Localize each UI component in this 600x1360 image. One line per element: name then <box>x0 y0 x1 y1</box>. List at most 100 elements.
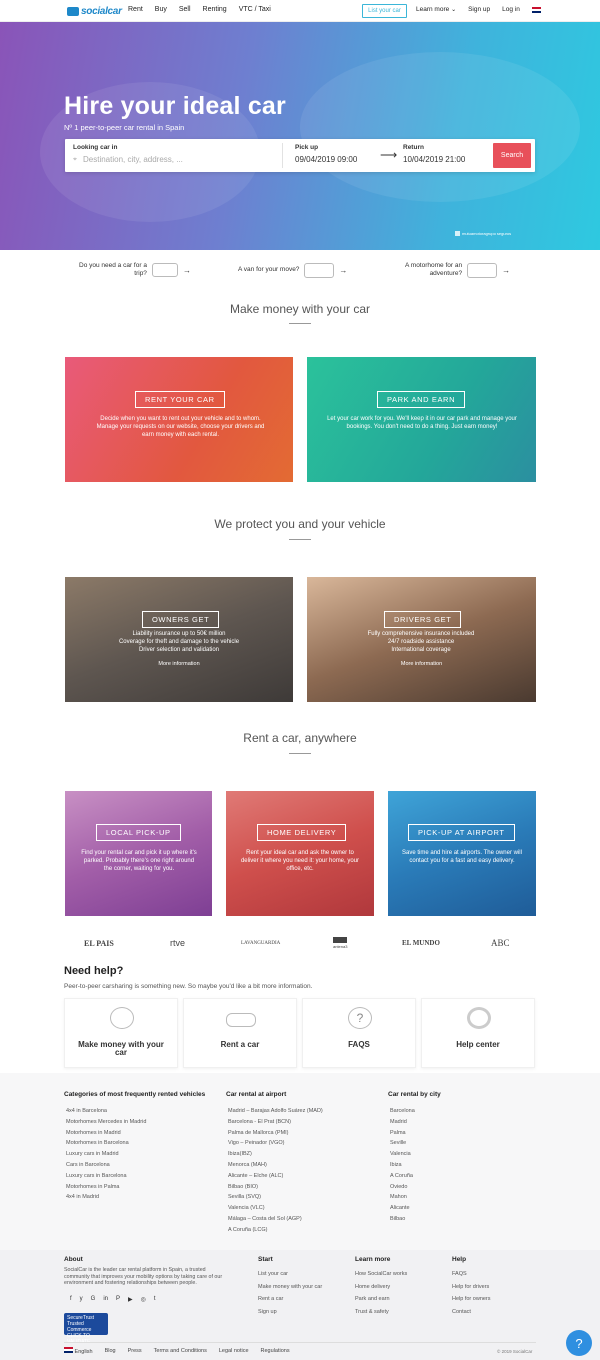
rent-your-car-card[interactable]: RENT YOUR CAR Decide when you want to re… <box>65 357 293 482</box>
park-and-earn-card[interactable]: PARK AND EARN Let your car work for you.… <box>307 357 536 482</box>
city-link[interactable]: Alicante <box>390 1203 415 1214</box>
help-card-rent-car[interactable]: Rent a car <box>183 998 297 1068</box>
twitter-icon[interactable]: y <box>80 1296 83 1303</box>
help-links: FAQS Help for drivers Help for owners Co… <box>452 1268 491 1318</box>
language-label: English <box>74 1349 93 1355</box>
nav-link-sell[interactable]: Sell <box>179 6 191 13</box>
vehicle-option-car[interactable]: Do you need a car for a trip? → <box>79 258 191 282</box>
search-button[interactable]: Search <box>493 143 531 168</box>
linkedin-icon[interactable]: in <box>103 1296 108 1303</box>
category-link[interactable]: Motorhomes Mercedes in Madrid <box>66 1117 146 1128</box>
city-link[interactable]: Oviedo <box>390 1182 415 1193</box>
youtube-icon[interactable]: ▶ <box>128 1296 133 1303</box>
category-link[interactable]: Luxury cars in Madrid <box>66 1149 146 1160</box>
footer-link[interactable]: Trust & safety <box>355 1306 407 1319</box>
airport-link[interactable]: Vigo – Peinador (VGO) <box>228 1138 323 1149</box>
instagram-icon[interactable]: ◎ <box>141 1296 146 1303</box>
city-link[interactable]: Barcelona <box>390 1106 415 1117</box>
footer-link[interactable]: Contact <box>452 1306 491 1319</box>
home-delivery-card[interactable]: HOME DELIVERY Rent your ideal car and as… <box>226 791 374 916</box>
log-in-link[interactable]: Log in <box>502 6 520 13</box>
benefit-line: Liability insurance up to 50€ million <box>132 631 226 637</box>
city-link[interactable]: Palma <box>390 1128 415 1139</box>
airport-link[interactable]: Málaga – Costa del Sol (AGP) <box>228 1214 323 1225</box>
footer-link[interactable]: Park and earn <box>355 1293 407 1306</box>
drivers-get-card[interactable]: DRIVERS GET Fully comprehensive insuranc… <box>307 577 536 702</box>
local-pickup-card[interactable]: LOCAL PICK-UP Find your rental car and p… <box>65 791 212 916</box>
vehicle-option-van[interactable]: A van for your move? → <box>238 258 347 282</box>
learn-more-menu[interactable]: Learn more ⌄ <box>416 6 456 13</box>
blog-link[interactable]: Blog <box>105 1348 116 1354</box>
city-link[interactable]: Ibiza <box>390 1160 415 1171</box>
city-link[interactable]: A Coruña <box>390 1171 415 1182</box>
footer-link[interactable]: FAQS <box>452 1268 491 1281</box>
legal-notice-link[interactable]: Legal notice <box>219 1348 249 1354</box>
airport-link[interactable]: Ibiza(IBZ) <box>228 1149 323 1160</box>
sign-up-link[interactable]: Sign up <box>468 6 490 13</box>
category-link[interactable]: 4x4 in Barcelona <box>66 1106 146 1117</box>
pinterest-icon[interactable]: P <box>116 1296 120 1303</box>
press-logo-el-mundo: EL MUNDO <box>402 939 440 947</box>
footer-link[interactable]: Make money with your car <box>258 1281 322 1294</box>
nav-link-vtc[interactable]: VTC / Taxi <box>239 6 271 13</box>
press-link[interactable]: Press <box>128 1348 142 1354</box>
vehicle-option-motorhome[interactable]: A motorhome for an adventure? → <box>405 258 510 282</box>
return-date-input[interactable]: 10/04/2019 21:00 <box>403 155 465 164</box>
nav-link-buy[interactable]: Buy <box>155 6 167 13</box>
tumblr-icon[interactable]: t <box>154 1296 156 1303</box>
airport-link[interactable]: Barcelona - El Prat (BCN) <box>228 1117 323 1128</box>
footer-link[interactable]: Help for owners <box>452 1293 491 1306</box>
card-description: Liability insurance up to 50€ million Co… <box>95 630 263 654</box>
category-link[interactable]: Luxury cars in Barcelona <box>66 1171 146 1182</box>
securetrust-badge[interactable]: SecureTrust Trusted Commerce CLICK TO VA… <box>64 1313 108 1345</box>
vehicle-option-text: A motorhome for an adventure? <box>405 262 462 278</box>
insurance-partner: mutuamotoragrupo seguros <box>455 231 511 236</box>
help-card-faqs[interactable]: ? FAQS <box>302 998 416 1068</box>
airport-link[interactable]: Menorca (MAH) <box>228 1160 323 1171</box>
city-link[interactable]: Seville <box>390 1138 415 1149</box>
category-link[interactable]: Motorhomes in Barcelona <box>66 1138 146 1149</box>
airport-link[interactable]: Madrid – Barajas Adolfo Suárez (MAD) <box>228 1106 323 1117</box>
airport-link[interactable]: A Coruña (LCG) <box>228 1225 323 1236</box>
facebook-icon[interactable]: f <box>70 1296 72 1303</box>
footer-link[interactable]: Rent a car <box>258 1293 322 1306</box>
arrow-right-icon: → <box>502 265 511 275</box>
category-link[interactable]: Cars in Barcelona <box>66 1160 146 1171</box>
category-link[interactable]: Motorhomes in Palma <box>66 1182 146 1193</box>
regulations-link[interactable]: Regulations <box>261 1348 290 1354</box>
airport-link[interactable]: Palma de Mallorca (PMI) <box>228 1128 323 1139</box>
terms-link[interactable]: Terms and Conditions <box>154 1348 207 1354</box>
category-link[interactable]: 4x4 in Madrid <box>66 1192 146 1203</box>
city-link[interactable]: Bilbao <box>390 1214 415 1225</box>
uk-flag-icon <box>64 1347 73 1353</box>
logo[interactable]: socialcar <box>67 5 122 17</box>
footer-link[interactable]: Sign up <box>258 1306 322 1319</box>
category-link[interactable]: Motorhomes in Madrid <box>66 1128 146 1139</box>
language-selector[interactable]: English <box>64 1347 93 1355</box>
destination-input[interactable]: Destination, city, address, ... <box>83 155 183 164</box>
pickup-date-input[interactable]: 09/04/2019 09:00 <box>295 155 357 164</box>
footer-link[interactable]: Help for drivers <box>452 1281 491 1294</box>
google-icon[interactable]: G <box>91 1296 96 1303</box>
more-information-link[interactable]: More information <box>65 661 293 667</box>
airport-link[interactable]: Bilbao (BIO) <box>228 1182 323 1193</box>
airport-link[interactable]: Alicante – Elche (ALC) <box>228 1171 323 1182</box>
list-your-car-button[interactable]: List your car <box>362 4 407 18</box>
nav-link-rent[interactable]: Rent <box>128 6 143 13</box>
airport-link[interactable]: Sevilla (SVQ) <box>228 1192 323 1203</box>
airport-pickup-card[interactable]: PICK-UP AT AIRPORT Save time and hire at… <box>388 791 536 916</box>
more-information-link[interactable]: More information <box>307 661 536 667</box>
uk-flag-icon[interactable] <box>531 6 541 13</box>
help-card-help-center[interactable]: Help center <box>421 998 535 1068</box>
city-link[interactable]: Mahon <box>390 1192 415 1203</box>
owners-get-card[interactable]: OWNERS GET Liability insurance up to 50€… <box>65 577 293 702</box>
footer-link[interactable]: List your car <box>258 1268 322 1281</box>
help-card-make-money[interactable]: Make money with your car <box>64 998 178 1068</box>
footer-link[interactable]: How SocialCar works <box>355 1268 407 1281</box>
help-chat-button[interactable]: ? <box>566 1330 592 1356</box>
city-link[interactable]: Madrid <box>390 1117 415 1128</box>
nav-link-renting[interactable]: Renting <box>203 6 227 13</box>
airport-link[interactable]: Valencia (VLC) <box>228 1203 323 1214</box>
footer-link[interactable]: Home delivery <box>355 1281 407 1294</box>
city-link[interactable]: Valencia <box>390 1149 415 1160</box>
